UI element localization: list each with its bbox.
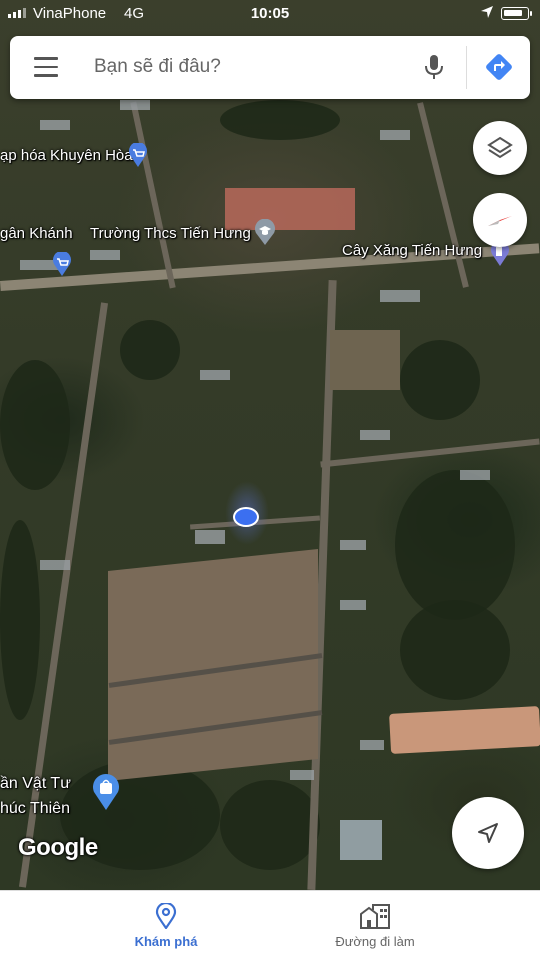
clock: 10:05 — [250, 5, 290, 22]
poi-label[interactable]: ần Vật Tư — [0, 775, 71, 793]
compass-icon — [488, 216, 512, 226]
plantation — [330, 330, 400, 390]
tree-cover — [400, 340, 480, 420]
battery-icon — [501, 7, 532, 20]
tree-cover — [400, 600, 510, 700]
poi-label[interactable]: Trường Thcs Tiến Hưng — [90, 225, 251, 242]
search-bar[interactable]: Bạn sẽ đi đâu? — [10, 36, 530, 99]
roof — [200, 370, 230, 380]
tree-cover — [0, 520, 40, 720]
satellite-map[interactable] — [0, 0, 540, 890]
tree-cover — [220, 780, 320, 870]
poi-label[interactable]: Cây Xăng Tiến Hưng — [342, 242, 482, 259]
roof — [340, 820, 382, 860]
roof — [380, 290, 420, 302]
my-location-button[interactable] — [452, 797, 524, 869]
roof — [340, 540, 366, 550]
tree-cover — [395, 470, 515, 620]
shopping-cart-icon[interactable] — [52, 250, 72, 281]
roof — [360, 430, 390, 440]
roof — [460, 470, 490, 480]
roof — [120, 100, 150, 110]
roof — [195, 530, 225, 544]
current-location-dot — [233, 507, 259, 527]
roof — [290, 770, 314, 780]
roof — [360, 740, 384, 750]
status-bar: VinaPhone 4G 10:05 — [0, 0, 540, 28]
commute-buildings-icon — [359, 903, 391, 934]
search-input[interactable]: Bạn sẽ đi đâu? — [94, 56, 221, 78]
menu-icon[interactable] — [34, 57, 58, 77]
directions-icon[interactable] — [484, 52, 514, 82]
bottom-navigation: Khám phá Đường đi làm — [0, 890, 540, 961]
poi-label[interactable]: ạp hóa Khuyên Hòa — [0, 147, 133, 164]
tree-cover — [220, 100, 340, 140]
location-pin-icon — [155, 901, 177, 934]
compass-button[interactable] — [473, 193, 527, 247]
location-services-icon — [480, 5, 494, 23]
roof — [40, 560, 70, 570]
cleared-field — [108, 548, 318, 782]
shopping-bag-icon[interactable] — [91, 772, 121, 815]
shopping-cart-icon[interactable] — [128, 141, 148, 172]
layers-icon — [487, 136, 513, 159]
roof — [40, 120, 70, 130]
road — [130, 101, 176, 289]
tree-cover — [0, 360, 70, 490]
tab-commute-label: Đường đi làm — [335, 934, 415, 949]
tree-cover — [120, 320, 180, 380]
school-icon[interactable] — [254, 218, 276, 250]
navigation-arrow-icon — [478, 823, 498, 843]
google-attribution: Google — [18, 834, 98, 861]
tab-commute[interactable]: Đường đi làm — [240, 891, 510, 961]
roof — [90, 250, 120, 260]
dirt-area — [389, 706, 540, 754]
layers-button[interactable] — [473, 121, 527, 175]
poi-label[interactable]: gân Khánh — [0, 225, 73, 242]
school-building — [225, 188, 355, 230]
road — [320, 438, 540, 468]
search-divider — [466, 46, 467, 89]
roof — [340, 600, 366, 610]
poi-label[interactable]: húc Thiên — [0, 800, 70, 818]
roof — [380, 130, 410, 140]
mic-icon[interactable] — [424, 54, 444, 82]
